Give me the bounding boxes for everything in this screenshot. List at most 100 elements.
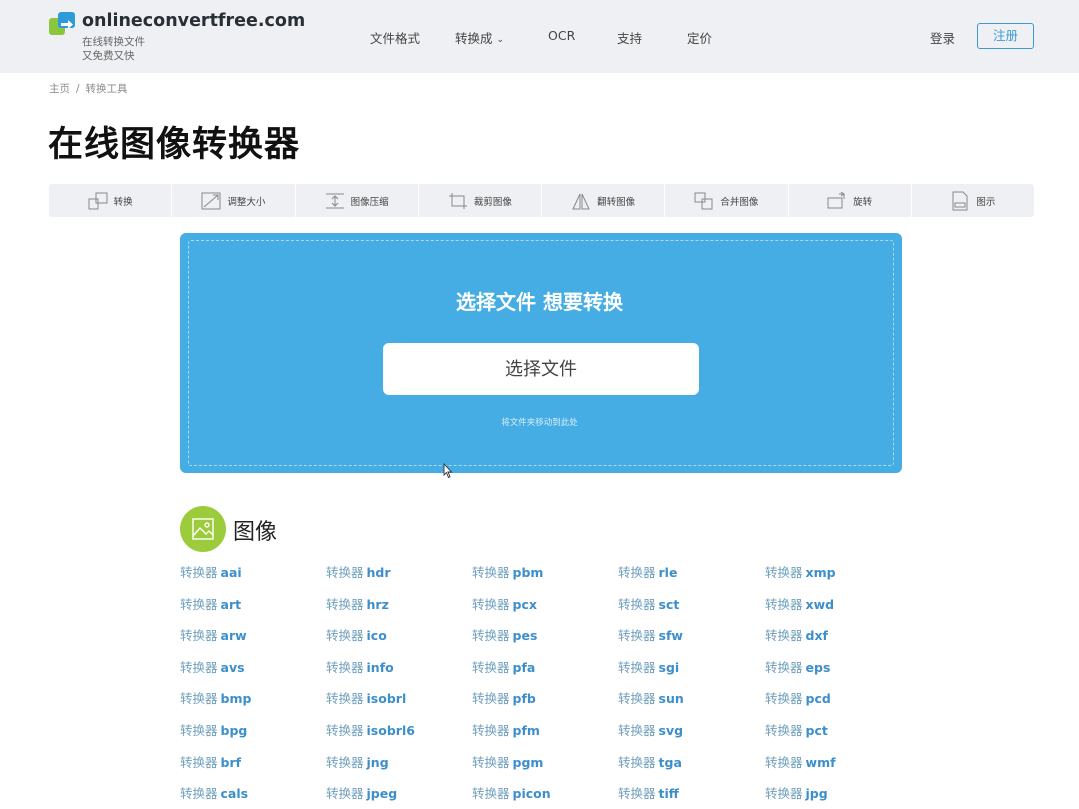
converter-link[interactable]: 转换器 brf [180, 752, 241, 771]
chevron-down-icon: ⌄ [496, 35, 505, 45]
converter-link[interactable]: 转换器 pcx [472, 594, 537, 613]
converter-link[interactable]: 转换器 svg [618, 720, 683, 739]
converter-link[interactable]: 转换器 xmp [765, 562, 836, 581]
tools-bar: 转换 调整大小 图像压缩 裁剪图像 翻转图像 合并图像 旋转 图示 [49, 184, 1034, 217]
converter-prefix: 转换器 [472, 786, 510, 802]
converter-link[interactable]: 转换器 jpg [765, 783, 828, 802]
drop-hint: 将文件夹移动到此处 [501, 418, 578, 428]
converter-link[interactable]: 转换器 pct [765, 720, 828, 739]
converter-prefix: 转换器 [326, 565, 364, 580]
converter-link[interactable]: 转换器 sfw [618, 625, 683, 644]
converter-prefix: 转换器 [472, 723, 510, 738]
converter-link[interactable]: 转换器 hrz [326, 594, 389, 613]
format-name: xwd [805, 596, 835, 612]
nav-ocr[interactable]: OCR [548, 28, 575, 43]
converter-prefix: 转换器 [472, 628, 510, 644]
converter-link[interactable]: 转换器 jpeg [326, 783, 397, 802]
format-name: aai [220, 565, 242, 580]
converter-link[interactable]: 转换器 sun [618, 688, 684, 707]
converter-link[interactable]: 转换器 cals [180, 783, 248, 802]
converter-link[interactable]: 转换器 picon [472, 783, 551, 802]
format-name: art [220, 596, 242, 612]
converter-prefix: 转换器 [472, 565, 510, 580]
converter-link[interactable]: 转换器 aai [180, 562, 242, 581]
nav-file-formats[interactable]: 文件格式 [370, 28, 420, 47]
format-name: jpeg [366, 786, 398, 802]
tool-merge[interactable]: 合并图像 [665, 184, 789, 217]
format-name: info [366, 659, 394, 675]
converter-link[interactable]: 转换器 arw [180, 625, 247, 644]
format-name: bpg [220, 723, 248, 738]
converter-link[interactable]: 转换器 pfb [472, 688, 536, 707]
mouse-cursor-icon [443, 463, 453, 479]
tool-flip[interactable]: 翻转图像 [542, 184, 666, 217]
format-name: arw [220, 628, 247, 644]
tool-label: 图示 [976, 196, 996, 208]
converter-link[interactable]: 转换器 pcd [765, 688, 831, 707]
brand-tagline: 在线转换文件 [82, 36, 145, 48]
converter-link[interactable]: 转换器 rle [618, 562, 677, 581]
tool-compress[interactable]: 图像压缩 [296, 184, 419, 217]
converter-link[interactable]: 转换器 dxf [765, 625, 828, 644]
converter-link[interactable]: 转换器 tiff [618, 783, 679, 802]
tool-rotate[interactable]: 旋转 [789, 184, 912, 217]
logo[interactable]: onlineconvertfree.com 在线转换文件 又免费又快 [49, 10, 305, 66]
converter-prefix: 转换器 [180, 723, 218, 738]
converter-prefix: 转换器 [618, 754, 656, 770]
format-name: jpg [805, 786, 828, 802]
converter-link[interactable]: 转换器 info [326, 657, 394, 676]
converter-link[interactable]: 转换器 isobrl6 [326, 720, 415, 739]
nav-pricing[interactable]: 定价 [687, 28, 712, 47]
format-name: xmp [805, 565, 836, 580]
converter-link[interactable]: 转换器 bpg [180, 720, 247, 739]
converter-prefix: 转换器 [326, 628, 364, 644]
merge-icon [694, 192, 713, 209]
converter-link[interactable]: 转换器 sgi [618, 657, 679, 676]
format-name: cals [220, 786, 249, 802]
format-name: tiff [658, 786, 679, 802]
tool-resize[interactable]: 调整大小 [172, 184, 296, 217]
format-name: tga [658, 754, 682, 770]
converter-prefix: 转换器 [472, 754, 510, 770]
tool-label: 裁剪图像 [473, 196, 512, 208]
converter-link[interactable]: 转换器 pgm [472, 752, 543, 771]
converter-link[interactable]: 转换器 wmf [765, 752, 836, 771]
converter-link[interactable]: 转换器 pfa [472, 657, 535, 676]
breadcrumb: 主页 / 转换工具 [49, 81, 128, 96]
format-name: svg [658, 723, 684, 738]
category-title: 图像 [233, 520, 278, 545]
format-name: sfw [658, 628, 683, 644]
converter-link[interactable]: 转换器 isobrl [326, 688, 406, 707]
converter-link[interactable]: 转换器 eps [765, 657, 830, 676]
converter-link[interactable]: 转换器 pbm [472, 562, 543, 581]
converter-link[interactable]: 转换器 pes [472, 625, 537, 644]
nav-label: 文件格式 [370, 31, 421, 46]
converter-link[interactable]: 转换器 sct [618, 594, 679, 613]
tool-crop[interactable]: 裁剪图像 [419, 184, 542, 217]
converter-prefix: 转换器 [765, 786, 803, 802]
nav-convert-to[interactable]: 转换成 ⌄ [455, 28, 504, 47]
converter-link[interactable]: 转换器 art [180, 594, 241, 613]
converter-prefix: 转换器 [618, 723, 656, 738]
converter-prefix: 转换器 [618, 691, 656, 707]
choose-file-button[interactable]: 选择文件 [383, 343, 699, 395]
register-button[interactable]: 注册 [977, 23, 1034, 49]
breadcrumb-home[interactable]: 主页 [49, 83, 70, 95]
nav-support[interactable]: 支持 [617, 28, 642, 47]
converter-link[interactable]: 转换器 jng [326, 752, 389, 771]
resize-icon [201, 192, 221, 209]
rotate-icon [827, 191, 846, 208]
converter-prefix: 转换器 [472, 596, 510, 612]
converter-link[interactable]: 转换器 ico [326, 625, 387, 644]
converter-link[interactable]: 转换器 tga [618, 752, 682, 771]
breadcrumb-current[interactable]: 转换工具 [86, 83, 128, 95]
tool-convert[interactable]: 转换 [49, 184, 173, 217]
converter-link[interactable]: 转换器 bmp [180, 688, 251, 707]
converter-link[interactable]: 转换器 avs [180, 657, 245, 676]
converter-link[interactable]: 转换器 hdr [326, 562, 391, 581]
converter-link[interactable]: 转换器 pfm [472, 720, 540, 739]
tool-diagram[interactable]: 图示 [912, 184, 1034, 217]
converter-link[interactable]: 转换器 xwd [765, 594, 834, 613]
format-name: isobrl6 [366, 723, 415, 738]
login-link[interactable]: 登录 [930, 28, 955, 47]
